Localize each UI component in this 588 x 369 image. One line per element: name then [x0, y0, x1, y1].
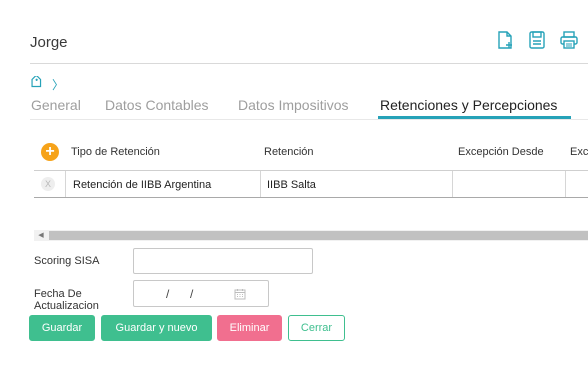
new-document-icon[interactable] [495, 30, 515, 50]
scoring-sisa-label: Scoring SISA [34, 255, 100, 267]
scoring-sisa-input[interactable] [133, 248, 313, 274]
horizontal-scrollbar[interactable]: ◀ [34, 230, 588, 241]
scrollbar-thumb[interactable] [49, 231, 588, 240]
date-separator: / [190, 287, 194, 301]
cell-divider [565, 171, 566, 197]
cell-tipo-retencion[interactable]: Retención de IIBB Argentina [73, 179, 211, 191]
tab-datos-impositivos[interactable]: Datos Impositivos [238, 97, 348, 113]
column-header-excepcion-hasta[interactable]: Exc [570, 146, 588, 158]
cell-divider [452, 171, 453, 197]
tab-general[interactable]: General [31, 97, 81, 113]
guardar-button[interactable]: Guardar [29, 315, 95, 341]
column-header-excepcion-desde[interactable]: Excepción Desde [458, 146, 544, 158]
tab-retenciones-percepciones[interactable]: Retenciones y Percepciones [380, 97, 557, 113]
breadcrumb-chevron-icon[interactable]: 〉 [52, 76, 64, 93]
column-header-retencion[interactable]: Retención [264, 146, 314, 158]
page-title: Jorge [30, 34, 68, 51]
tab-datos-contables[interactable]: Datos Contables [105, 97, 209, 113]
column-header-tipo-retencion[interactable]: Tipo de Retención [71, 146, 160, 158]
save-icon[interactable] [527, 30, 547, 50]
calendar-icon[interactable] [234, 288, 246, 300]
cerrar-button[interactable]: Cerrar [288, 315, 345, 341]
print-icon[interactable] [559, 30, 579, 50]
add-row-button[interactable]: + [41, 143, 59, 161]
cell-divider [65, 171, 66, 197]
fecha-actualizacion-label: Fecha De Actualizacion [34, 288, 99, 312]
date-separator: / [166, 287, 170, 301]
eliminar-button[interactable]: Eliminar [217, 315, 282, 341]
scroll-left-icon[interactable]: ◀ [34, 230, 48, 241]
fecha-actualizacion-input[interactable]: / / [133, 280, 269, 307]
cell-retencion[interactable]: IIBB Salta [267, 179, 316, 191]
header-divider [30, 63, 588, 64]
guardar-y-nuevo-button[interactable]: Guardar y nuevo [101, 315, 212, 341]
cell-divider [260, 171, 261, 197]
tag-icon[interactable] [30, 76, 44, 90]
delete-row-button[interactable]: X [41, 177, 55, 191]
tabs-divider [30, 119, 588, 120]
